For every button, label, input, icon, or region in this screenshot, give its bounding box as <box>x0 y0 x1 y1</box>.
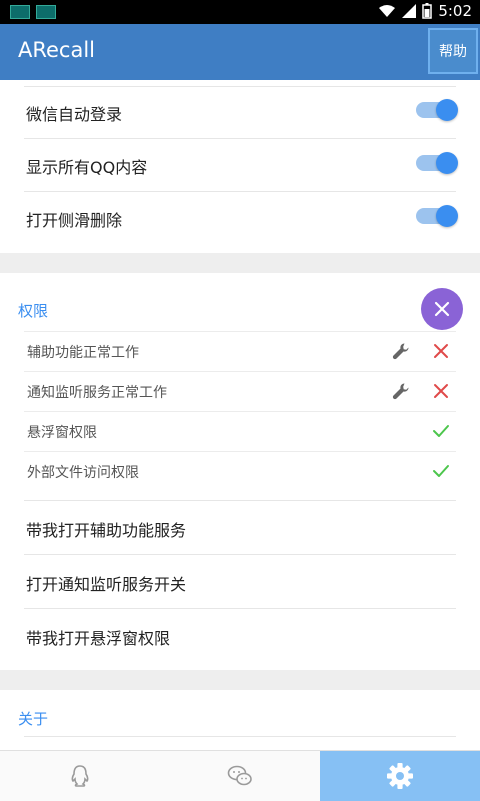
open-notification-listener-button[interactable]: 打开通知监听服务开关 <box>0 554 480 608</box>
wrench-icon[interactable] <box>392 342 410 360</box>
toggle-switch[interactable] <box>416 99 458 121</box>
divider <box>24 554 456 555</box>
toggle-switch[interactable] <box>416 152 458 174</box>
divider <box>24 500 456 501</box>
section-separator <box>0 253 480 273</box>
close-fab-button[interactable] <box>421 288 463 330</box>
permission-label: 通知监听服务正常工作 <box>27 385 167 401</box>
action-label: 带我打开悬浮窗权限 <box>26 629 171 648</box>
notification-icon <box>36 5 56 19</box>
cross-icon <box>434 384 448 398</box>
status-bar: 5:02 <box>0 0 480 24</box>
toggle-knob <box>436 205 458 227</box>
permission-notification-listener[interactable]: 通知监听服务正常工作 <box>0 371 480 411</box>
divider <box>24 371 456 372</box>
setting-label: 微信自动登录 <box>26 105 123 124</box>
gear-icon <box>387 763 413 789</box>
divider <box>24 411 456 412</box>
tab-settings[interactable] <box>320 751 480 801</box>
signal-icon <box>402 4 417 18</box>
status-time: 5:02 <box>438 2 472 20</box>
setting-label: 显示所有QQ内容 <box>26 158 148 177</box>
close-icon <box>434 301 450 317</box>
about-title: 关于 <box>18 710 49 728</box>
setting-swipe-delete[interactable]: 打开侧滑删除 <box>0 192 480 245</box>
setting-wechat-auto-login[interactable]: 微信自动登录 <box>0 86 480 139</box>
tab-wechat[interactable] <box>160 751 320 801</box>
divider <box>24 736 456 737</box>
permission-label: 外部文件访问权限 <box>27 465 139 481</box>
toggle-knob <box>436 99 458 121</box>
wechat-icon <box>227 765 252 786</box>
wifi-icon <box>379 5 396 17</box>
setting-show-all-qq[interactable]: 显示所有QQ内容 <box>0 139 480 192</box>
notification-icons <box>10 5 56 19</box>
permission-external-storage[interactable]: 外部文件访问权限 <box>0 451 480 491</box>
permission-floating-window[interactable]: 悬浮窗权限 <box>0 411 480 451</box>
open-accessibility-service-button[interactable]: 带我打开辅助功能服务 <box>0 500 480 554</box>
permission-label: 悬浮窗权限 <box>27 425 97 441</box>
battery-icon <box>422 3 433 19</box>
setting-label: 打开侧滑删除 <box>26 211 123 230</box>
open-floating-window-button[interactable]: 带我打开悬浮窗权限 <box>0 608 480 662</box>
divider <box>24 608 456 609</box>
app-bar: ARecall 帮助 <box>0 24 480 80</box>
notification-icon <box>10 5 30 19</box>
qq-icon <box>71 765 89 787</box>
action-label: 带我打开辅助功能服务 <box>26 521 187 540</box>
check-icon <box>433 465 449 477</box>
divider <box>24 451 456 452</box>
permission-label: 辅助功能正常工作 <box>27 345 139 361</box>
permission-accessibility[interactable]: 辅助功能正常工作 <box>0 331 480 371</box>
wrench-icon[interactable] <box>392 382 410 400</box>
status-icons: 5:02 <box>378 2 472 20</box>
app-title: ARecall <box>18 38 96 62</box>
toggle-knob <box>436 152 458 174</box>
check-icon <box>433 425 449 437</box>
permissions-title: 权限 <box>18 302 49 320</box>
settings-content[interactable]: 微信自动登录 显示所有QQ内容 打开侧滑删除 权限 辅助功能正常工作 通知监听服… <box>0 80 480 750</box>
bottom-tab-bar <box>0 750 480 801</box>
cross-icon <box>434 344 448 358</box>
action-label: 打开通知监听服务开关 <box>26 575 187 594</box>
divider <box>24 331 456 332</box>
tab-qq[interactable] <box>0 751 160 801</box>
help-button[interactable]: 帮助 <box>428 28 478 74</box>
section-separator <box>0 670 480 690</box>
toggle-switch[interactable] <box>416 205 458 227</box>
